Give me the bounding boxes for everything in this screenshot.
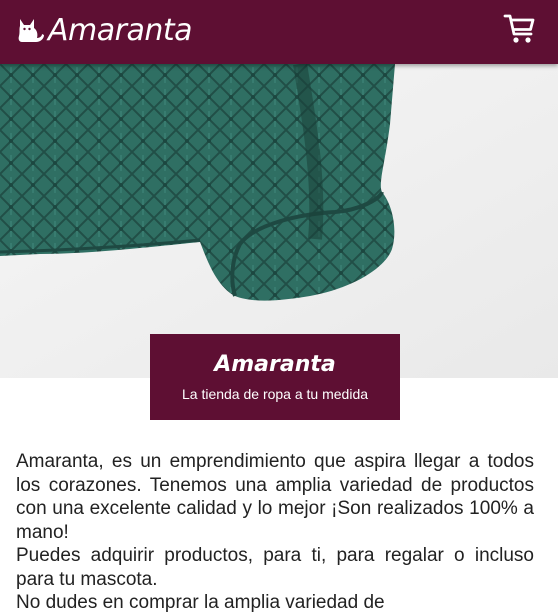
hero-image xyxy=(0,64,558,378)
intro-text: Amaranta, es un emprendimiento que aspir… xyxy=(16,450,534,615)
banner-subtitle: La tienda de ropa a tu medida xyxy=(181,386,369,402)
intro-paragraph: Puedes adquirir productos, para ti, para… xyxy=(16,545,534,590)
brand-name: Amaranta xyxy=(48,12,193,48)
hero-banner: Amaranta La tienda de ropa a tu medida xyxy=(150,334,400,420)
intro-paragraph: No dudes en comprar la amplia variedad d… xyxy=(16,592,385,613)
cat-icon xyxy=(18,19,44,42)
banner-title: Amaranta xyxy=(214,352,336,377)
top-navbar: Amaranta xyxy=(0,0,558,64)
intro-paragraph: Amaranta, es un emprendimiento que aspir… xyxy=(16,451,534,543)
shopping-cart-icon xyxy=(503,14,535,43)
cart-button[interactable] xyxy=(502,10,538,46)
green-knit-sweater-photo xyxy=(0,64,558,378)
brand-link[interactable]: Amaranta xyxy=(14,8,193,52)
